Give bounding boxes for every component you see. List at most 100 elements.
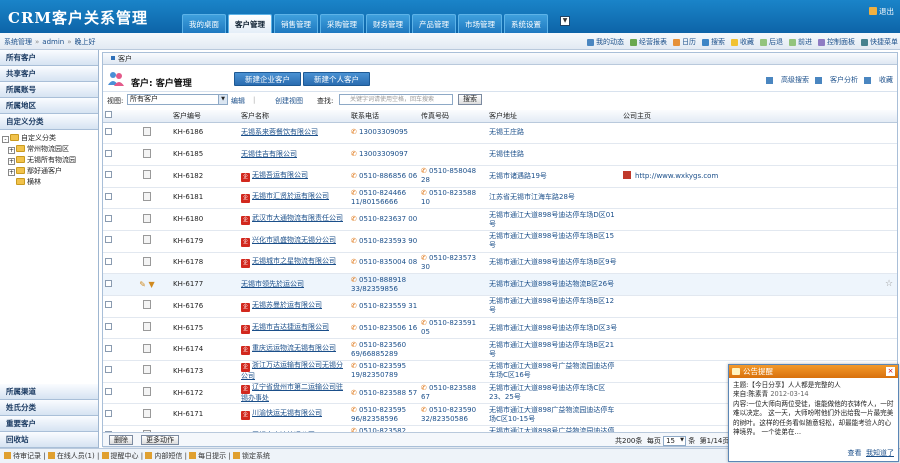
col-header[interactable]: 传真号码 — [419, 110, 487, 123]
sidebar-item[interactable]: 共享客户 — [0, 66, 98, 82]
toolbar-item[interactable]: 经营报表 — [630, 37, 667, 47]
close-icon[interactable]: × — [886, 367, 895, 376]
toolbar-item[interactable]: 控制面板 — [818, 37, 855, 47]
phone-number[interactable]: 0510-823595 96/82358596 — [351, 406, 406, 423]
table-row[interactable]: KH-6174 企重庆远运物流无锡有限公司 ✆ 0510-823560 69/6688… — [103, 338, 897, 362]
toolbar-item[interactable]: 后退 — [760, 37, 783, 47]
select-all-checkbox[interactable] — [105, 111, 112, 119]
status-item[interactable]: | 每日提示 — [182, 452, 226, 460]
customer-name-link[interactable]: 重庆远运物流无锡有限公司 — [252, 344, 336, 352]
table-row[interactable]: KH-6179 企兴化市凯盛物流无锡分公司 ✆ 0510-823593 90 无锡市通江… — [103, 230, 897, 253]
new-company-customer-button[interactable]: 新建企业客户 — [234, 72, 301, 86]
sidebar-item[interactable]: 所属地区 — [0, 98, 98, 114]
tree-node[interactable]: + 常州物流园区 — [2, 144, 96, 155]
row-checkbox[interactable] — [105, 344, 112, 352]
view-select[interactable]: 所有客户 ▼ — [127, 94, 228, 105]
sidebar-item[interactable]: 所有客户 — [0, 50, 98, 66]
phone-number[interactable]: 0510-823588 57 — [359, 389, 417, 397]
status-item[interactable]: | 内部短信 — [139, 452, 182, 460]
sidebar-item[interactable]: 自定义分类 — [0, 114, 98, 130]
phone-number[interactable]: 0510-824466 11/80156666 — [351, 189, 406, 206]
table-row[interactable]: KH-6178 企无锡城市之星物流有限公司 ✆ 0510-835004 08 ✆ 0510… — [103, 252, 897, 275]
phone-number[interactable]: 0510-823560 69/66885289 — [351, 341, 406, 358]
phone-number[interactable]: 0510-888918 33/82359856 — [351, 276, 406, 293]
row-actions[interactable]: ✎ ▼ — [139, 280, 154, 289]
phone-number[interactable]: 0510-835004 08 — [359, 258, 417, 266]
col-header[interactable]: 公司主页 — [621, 110, 883, 123]
row-checkbox[interactable] — [105, 149, 112, 157]
logout-link[interactable]: 退出 — [869, 6, 894, 17]
col-header[interactable]: 客户地址 — [487, 110, 621, 123]
table-row[interactable]: KH-6175 企无锡市吉达捷运有限公司 ✆ 0510-823506 16 ✆ 0510-… — [103, 317, 897, 340]
customer-name-link[interactable]: 无锡市吉达捷运有限公司 — [252, 323, 329, 331]
toolbar-item[interactable]: 快捷菜单 — [861, 37, 898, 47]
row-checkbox[interactable] — [105, 171, 112, 179]
toolbar-item[interactable]: 日历 — [673, 37, 696, 47]
nav-tab[interactable]: 采购管理 — [320, 14, 364, 33]
col-header[interactable]: 客户编号 — [171, 110, 239, 123]
search-button[interactable]: 搜索 — [458, 94, 482, 105]
customer-name-link[interactable]: 川渝快运无锡有限公司 — [252, 409, 322, 417]
table-row[interactable]: KH-6186 无锡系来蓉餐饮有限公司 ✆ 13003309095 无锡王庄路 — [103, 122, 897, 145]
customer-name-link[interactable]: 无锡吾运有限公司 — [252, 171, 308, 179]
table-row[interactable]: KH-6181 企无锡市汇贤於运有限公司 ✆ 0510-824466 11/80156… — [103, 187, 897, 210]
nav-tab[interactable]: 客户管理 — [228, 14, 272, 33]
customer-name-link[interactable]: 无锡系来蓉餐饮有限公司 — [241, 128, 318, 136]
nav-tab[interactable]: 系统设置 — [504, 14, 548, 33]
phone-number[interactable]: 13003309097 — [359, 150, 408, 158]
company-website[interactable]: http://www.wxkygs.com — [635, 172, 718, 180]
customer-name-link[interactable]: 无锡苏曼於运有限公司 — [252, 301, 322, 309]
tree-node[interactable]: + 无锡所有物流园 — [2, 155, 96, 166]
tree-root[interactable]: - 自定义分类 — [2, 133, 96, 144]
nav-tab[interactable]: 销售管理 — [274, 14, 318, 33]
table-row[interactable]: ✎ ▼ KH-6177 无锡市领先於运公司 ✆ 0510-888918 33/82359… — [103, 273, 897, 296]
toolbar-item[interactable]: 收藏 — [731, 37, 754, 47]
customer-name-link[interactable]: 无锡城市之星物流有限公司 — [252, 257, 336, 265]
sidebar-item[interactable]: 姓氏分类 — [0, 400, 98, 416]
nav-tab[interactable]: 财务管理 — [366, 14, 410, 33]
title-link[interactable]: 收藏 — [864, 75, 893, 85]
search-input[interactable]: 关键字词请使用空格，回车搜索 — [339, 94, 453, 105]
status-item[interactable]: | 提醒中心 — [95, 452, 139, 460]
row-checkbox[interactable] — [105, 366, 112, 374]
row-checkbox[interactable] — [105, 192, 112, 200]
toolbar-item[interactable]: 搜索 — [702, 37, 725, 47]
phone-number[interactable]: 0510-886856 06 — [359, 172, 417, 180]
phone-number[interactable]: 0510-823595 19/82350789 — [351, 362, 406, 379]
sidebar-item[interactable]: 重要客户 — [0, 416, 98, 432]
table-row[interactable]: KH-6182 企无锡吾运有限公司 ✆ 0510-886856 06 ✆ 0510-858… — [103, 165, 897, 188]
row-checkbox[interactable] — [105, 279, 112, 287]
nav-tab[interactable]: 产品管理 — [412, 14, 456, 33]
row-checkbox[interactable] — [105, 323, 112, 331]
more-actions-button[interactable]: 更多动作 — [141, 435, 179, 445]
toolbar-item[interactable]: 我的动态 — [587, 37, 624, 47]
view-link[interactable]: 查看 — [848, 449, 862, 457]
sidebar-item[interactable]: 所属渠道 — [0, 384, 98, 400]
customer-name-link[interactable]: 辽宁省盘州市第二运输公司驻锡办事处 — [241, 383, 343, 402]
tree-node[interactable]: + 鄢好通客户 — [2, 166, 96, 177]
nav-tab[interactable]: 我的桌面 — [182, 14, 226, 33]
status-item[interactable]: | 锁定系统 — [226, 452, 270, 460]
phone-number[interactable]: 0510-823593 90 — [359, 237, 417, 245]
sidebar-item[interactable]: 所属账号 — [0, 82, 98, 98]
customer-name-link[interactable]: 浙江万达运输有限公司无锡分公司 — [241, 361, 343, 380]
customer-name-link[interactable]: 无锡市汇贤於运有限公司 — [252, 192, 329, 200]
create-view-link[interactable]: 创建视图 — [275, 96, 303, 106]
new-person-customer-button[interactable]: 新建个人客户 — [303, 72, 370, 86]
table-row[interactable]: KH-6180 企武汉市大通物流有限责任公司 ✆ 0510-823637 00 无锡市通… — [103, 208, 897, 231]
table-row[interactable]: KH-6185 无锡佳吉有限公司 ✆ 13003309097 无锡佳佳路 — [103, 143, 897, 166]
title-link[interactable]: 高级搜索 — [766, 75, 809, 85]
phone-number[interactable]: 0510-823637 00 — [359, 215, 417, 223]
star-icon[interactable]: ☆ — [885, 279, 893, 289]
phone-number[interactable]: 0510-823506 16 — [359, 324, 417, 332]
status-item[interactable]: 待审记录 — [4, 452, 41, 460]
row-checkbox[interactable] — [105, 214, 112, 222]
row-checkbox[interactable] — [105, 236, 112, 244]
tree-node[interactable]: 横林 — [2, 177, 96, 188]
customer-name-link[interactable]: 武汉市大通物流有限责任公司 — [252, 214, 343, 222]
edit-view-link[interactable]: 编辑 — [231, 96, 245, 106]
row-checkbox[interactable] — [105, 127, 112, 135]
customer-name-link[interactable]: 无锡市领先於运公司 — [241, 280, 304, 288]
nav-tab[interactable]: 市场管理 — [458, 14, 502, 33]
status-item[interactable]: | 在线人员(1) — [41, 452, 95, 460]
